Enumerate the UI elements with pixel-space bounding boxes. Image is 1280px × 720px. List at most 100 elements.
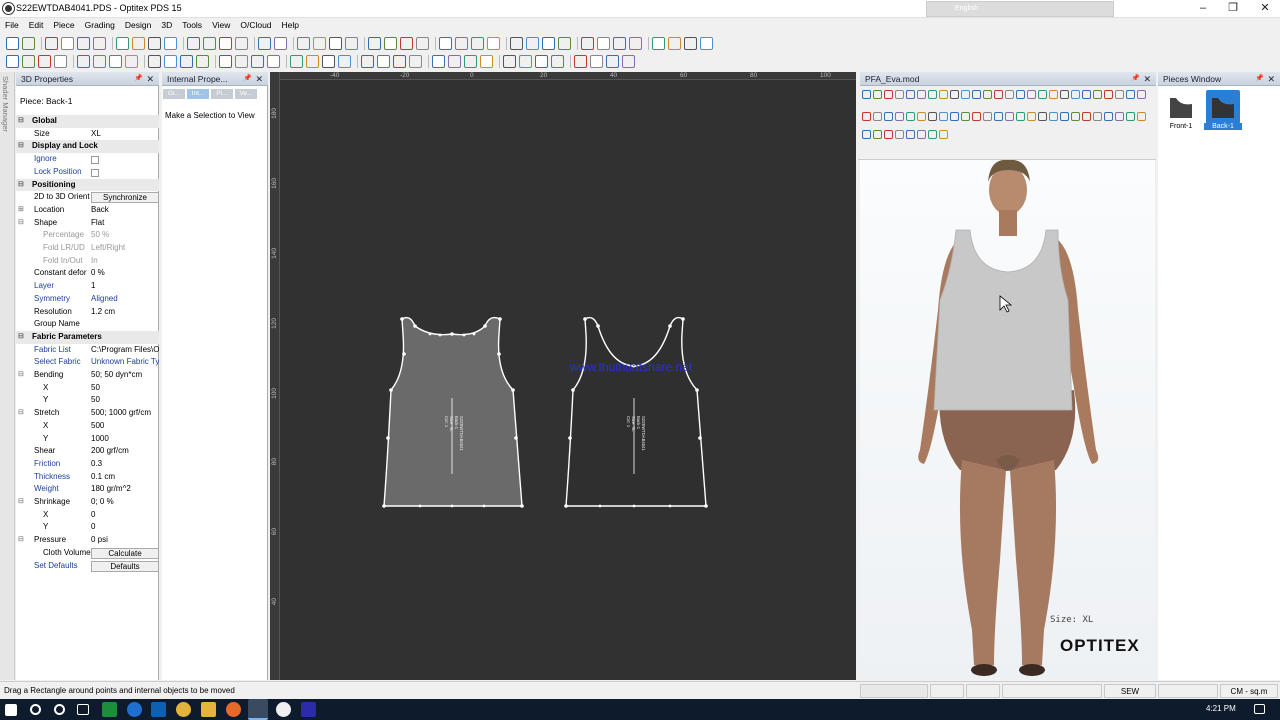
expand-toggle-icon[interactable]: ⊟: [18, 140, 24, 153]
property-value[interactable]: C:\Program Files\O: [91, 344, 159, 357]
close-icon[interactable]: ✕: [146, 72, 154, 86]
3d-tool-icon[interactable]: [917, 112, 926, 121]
toolbar-button-icon[interactable]: [148, 36, 161, 50]
3d-tool-icon[interactable]: [939, 90, 948, 99]
3d-tool-icon[interactable]: [884, 90, 893, 99]
optitex-taskbar-icon[interactable]: [248, 699, 268, 720]
menu-item-piece[interactable]: Piece: [48, 18, 79, 33]
property-value[interactable]: Flat: [91, 217, 159, 230]
notification-icon[interactable]: [1254, 704, 1265, 714]
toolbar-button-icon[interactable]: [684, 36, 697, 50]
toolbar-button-icon[interactable]: [187, 36, 200, 50]
3d-tool-icon[interactable]: [1016, 112, 1025, 121]
3d-tool-icon[interactable]: [1104, 112, 1113, 121]
3d-tool-icon[interactable]: [906, 130, 915, 139]
app-icon[interactable]: [301, 702, 316, 717]
3d-tool-icon[interactable]: [939, 130, 948, 139]
menu-item-help[interactable]: Help: [277, 18, 304, 33]
toolbar-button-icon[interactable]: [668, 36, 681, 50]
property-value[interactable]: 0 %: [91, 267, 159, 280]
firefox-icon[interactable]: [226, 702, 241, 717]
app-icon[interactable]: [276, 702, 291, 717]
toolbar-button-icon[interactable]: [164, 36, 177, 50]
property-section[interactable]: ⊟ Global: [16, 115, 159, 128]
toolbar-button-icon[interactable]: [581, 36, 594, 50]
toolbar-button-icon[interactable]: [313, 36, 326, 50]
property-value[interactable]: 0: [91, 521, 159, 534]
status-tool-icons[interactable]: [860, 684, 928, 698]
toolbar-button-icon[interactable]: [606, 54, 619, 68]
property-section[interactable]: ⊟ Positioning: [16, 178, 159, 192]
property-value[interactable]: 200 grf/cm: [91, 445, 159, 458]
3d-tool-icon[interactable]: [928, 112, 937, 121]
toolbar-button-icon[interactable]: [45, 36, 58, 50]
outlook-icon[interactable]: [151, 702, 166, 717]
toolbar-button-icon[interactable]: [464, 54, 477, 68]
search-icon[interactable]: [30, 704, 41, 715]
toolbar-button-icon[interactable]: [535, 54, 548, 68]
3d-tool-icon[interactable]: [895, 130, 904, 139]
property-button[interactable]: Synchronize: [91, 192, 159, 204]
internal-tab[interactable]: Int...: [187, 89, 209, 99]
toolbar-button-icon[interactable]: [297, 36, 310, 50]
toolbar-button-icon[interactable]: [116, 36, 129, 50]
app-icon[interactable]: [102, 702, 117, 717]
3d-tool-icon[interactable]: [928, 90, 937, 99]
toolbar-button-icon[interactable]: [109, 54, 122, 68]
property-section[interactable]: ⊟ Display and Lock: [16, 140, 159, 154]
minimize-icon[interactable]: –: [1188, 0, 1218, 18]
3d-tool-icon[interactable]: [1115, 112, 1124, 121]
toolbar-button-icon[interactable]: [526, 36, 539, 50]
toolbar-button-icon[interactable]: [251, 54, 264, 68]
property-value[interactable]: Aligned: [91, 293, 159, 306]
expand-toggle-icon[interactable]: ⊟: [18, 115, 24, 128]
expand-toggle-icon[interactable]: ⊟: [18, 369, 24, 382]
3d-tool-icon[interactable]: [1016, 90, 1025, 99]
property-value[interactable]: 50: [91, 382, 159, 395]
piece-thumbnail-front-1[interactable]: [1164, 90, 1198, 124]
pin-icon[interactable]: 📌: [1131, 72, 1140, 86]
pattern-piece-front[interactable]: S22EWTDAB4041Back-1Size: XLCut: 1: [564, 316, 708, 508]
toolbar-button-icon[interactable]: [93, 36, 106, 50]
3d-tool-icon[interactable]: [1126, 112, 1135, 121]
toolbar-button-icon[interactable]: [54, 54, 67, 68]
checkbox[interactable]: [91, 168, 99, 177]
property-value[interactable]: 1: [91, 280, 159, 293]
toolbar-button-icon[interactable]: [409, 54, 422, 68]
property-value[interactable]: 50; 50 dyn*cm: [91, 369, 159, 382]
toolbar-button-icon[interactable]: [510, 36, 523, 50]
3d-tool-icon[interactable]: [884, 130, 893, 139]
property-button[interactable]: Calculate: [91, 547, 159, 559]
toolbar-button-icon[interactable]: [361, 54, 374, 68]
menu-item-ocloud[interactable]: O/Cloud: [235, 18, 276, 33]
toolbar-button-icon[interactable]: [487, 36, 500, 50]
property-value[interactable]: 0; 0 %: [91, 496, 159, 509]
3d-tool-icon[interactable]: [1027, 112, 1036, 121]
toolbar-button-icon[interactable]: [590, 54, 603, 68]
pin-icon[interactable]: 📌: [134, 72, 143, 86]
property-value[interactable]: 50: [91, 394, 159, 407]
toolbar-button-icon[interactable]: [455, 36, 468, 50]
menu-item-design[interactable]: Design: [120, 18, 156, 33]
toolbar-button-icon[interactable]: [368, 36, 381, 50]
toolbar-button-icon[interactable]: [471, 36, 484, 50]
property-value[interactable]: XL: [91, 128, 159, 141]
property-button[interactable]: Defaults: [91, 560, 159, 572]
toolbar-button-icon[interactable]: [290, 54, 303, 68]
toolbar-button-icon[interactable]: [196, 54, 209, 68]
3d-tool-icon[interactable]: [1093, 112, 1102, 121]
toolbar-button-icon[interactable]: [274, 36, 287, 50]
property-value[interactable]: 1000: [91, 433, 159, 446]
toolbar-button-icon[interactable]: [93, 54, 106, 68]
toolbar-button-icon[interactable]: [235, 54, 248, 68]
property-value[interactable]: 180 gr/m^2: [91, 483, 159, 496]
toolbar-button-icon[interactable]: [203, 36, 216, 50]
toolbar-button-icon[interactable]: [164, 54, 177, 68]
toolbar-button-icon[interactable]: [622, 54, 635, 68]
toolbar-button-icon[interactable]: [6, 36, 19, 50]
toolbar-button-icon[interactable]: [558, 36, 571, 50]
expand-toggle-icon[interactable]: ⊟: [18, 407, 24, 420]
toolbar-button-icon[interactable]: [629, 36, 642, 50]
property-value[interactable]: 0.3: [91, 458, 159, 471]
toolbar-button-icon[interactable]: [306, 54, 319, 68]
